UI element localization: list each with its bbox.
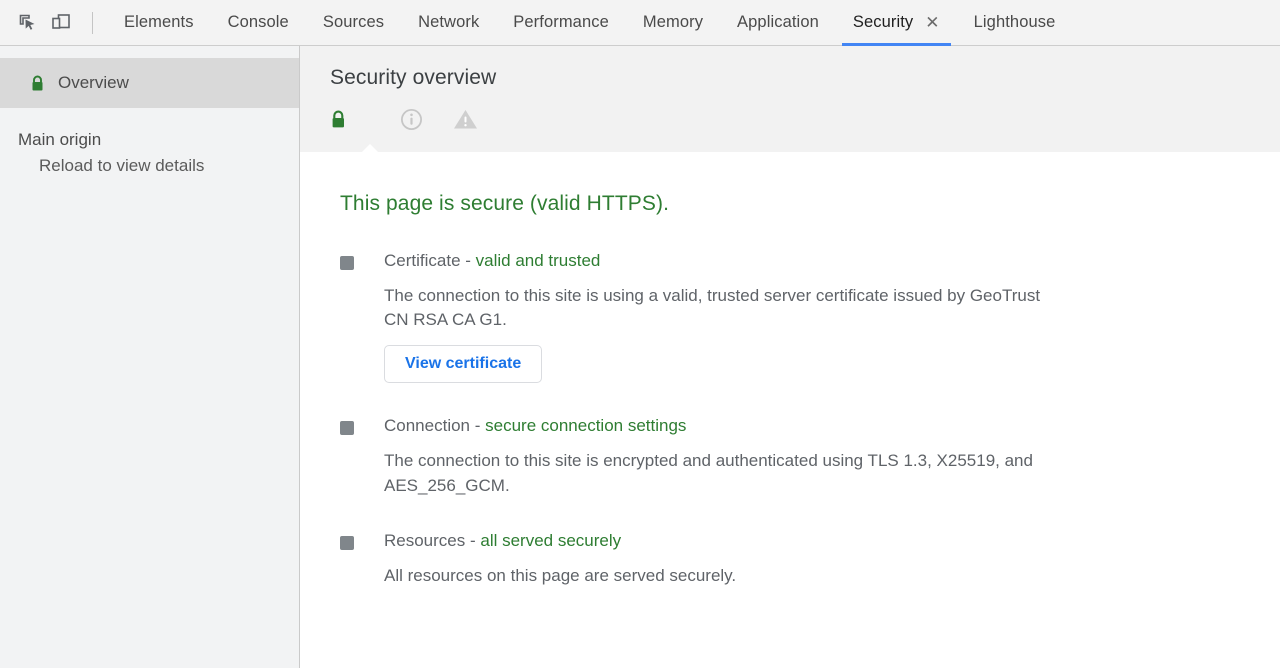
tab-application[interactable]: Application [720, 0, 836, 45]
security-explanations: This page is secure (valid HTTPS). Certi… [300, 152, 1280, 588]
explanation-text: The connection to this site is using a v… [384, 284, 1054, 332]
tab-label: Sources [323, 13, 384, 32]
explanation-title: Connection - secure connection settings [384, 415, 1054, 437]
sidebar-item-reload-to-view-details[interactable]: Reload to view details [0, 150, 299, 176]
tab-label: Memory [643, 13, 703, 32]
view-certificate-button[interactable]: View certificate [384, 345, 542, 383]
sidebar-subitem-label: Reload to view details [39, 156, 204, 175]
close-icon[interactable]: ✕ [925, 14, 939, 31]
explanation-label: Certificate - [384, 251, 476, 270]
explanation-text: All resources on this page are served se… [384, 564, 736, 588]
explanation-title: Certificate - valid and trusted [384, 250, 1054, 272]
tab-elements[interactable]: Elements [107, 0, 211, 45]
tab-console[interactable]: Console [211, 0, 306, 45]
explanation-resources: Resources - all served securely All reso… [340, 530, 1280, 588]
explanation-text: The connection to this site is encrypted… [384, 449, 1054, 497]
explanation-status: secure connection settings [485, 416, 686, 435]
security-summary-headline: This page is secure (valid HTTPS). [340, 192, 1280, 216]
bullet-icon [340, 536, 354, 550]
tab-label: Lighthouse [974, 13, 1056, 32]
security-state-icons [330, 105, 1280, 133]
security-sidebar: Overview Main origin Reload to view deta… [0, 46, 300, 668]
tab-label: Performance [513, 13, 609, 32]
tab-lighthouse[interactable]: Lighthouse [957, 0, 1073, 45]
security-main-panel: Security overview [300, 46, 1280, 668]
panel-tabs: Elements Console Sources Network Perform… [107, 0, 1072, 45]
devtools-toolbar: Elements Console Sources Network Perform… [0, 0, 1280, 46]
explanation-label: Resources - [384, 531, 480, 550]
explanation-title: Resources - all served securely [384, 530, 736, 552]
tab-memory[interactable]: Memory [626, 0, 720, 45]
security-header: Security overview [300, 46, 1280, 152]
secure-lock-icon[interactable] [330, 105, 384, 133]
tab-performance[interactable]: Performance [496, 0, 626, 45]
tab-label: Console [228, 13, 289, 32]
tab-network[interactable]: Network [401, 0, 496, 45]
info-circle-icon[interactable] [384, 105, 438, 133]
tab-label: Security [853, 13, 913, 32]
toolbar-divider [92, 12, 93, 34]
sidebar-item-label: Overview [58, 73, 129, 93]
explanation-connection: Connection - secure connection settings … [340, 415, 1280, 497]
explanation-label: Connection - [384, 416, 485, 435]
active-section-pointer [356, 144, 384, 158]
sidebar-item-overview[interactable]: Overview [0, 58, 299, 108]
device-toolbar-icon[interactable] [46, 8, 76, 38]
explanation-status: valid and trusted [476, 251, 601, 270]
page-title: Security overview [330, 66, 1280, 90]
sidebar-group-main-origin: Main origin [0, 108, 299, 150]
green-lock-icon [30, 75, 45, 92]
sidebar-group-label: Main origin [18, 130, 101, 149]
panel-body: Overview Main origin Reload to view deta… [0, 46, 1280, 668]
tab-label: Elements [124, 13, 194, 32]
tab-sources[interactable]: Sources [306, 0, 401, 45]
inspect-element-icon[interactable] [12, 8, 42, 38]
explanation-certificate: Certificate - valid and trusted The conn… [340, 250, 1280, 383]
bullet-icon [340, 256, 354, 270]
bullet-icon [340, 421, 354, 435]
tab-label: Application [737, 13, 819, 32]
tab-label: Network [418, 13, 479, 32]
explanation-status: all served securely [480, 531, 621, 550]
tab-security[interactable]: Security ✕ [836, 0, 957, 45]
warning-triangle-icon[interactable] [438, 105, 492, 133]
